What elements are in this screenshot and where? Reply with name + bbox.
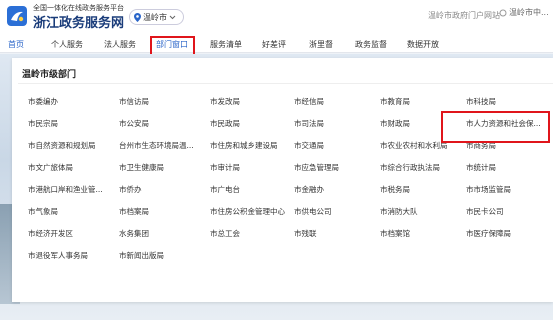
- department-link[interactable]: 市残联: [294, 228, 317, 239]
- department-link[interactable]: 市住房和城乡建设局: [210, 140, 278, 151]
- top-header: 全国一体化在线政务服务平台 浙江政务服务网 温岭市 温岭市政府门户网站 温岭市中…: [0, 0, 553, 36]
- department-link[interactable]: 市民卡公司: [466, 206, 504, 217]
- department-link[interactable]: 市科技局: [466, 96, 496, 107]
- zhejiang-logo-icon[interactable]: [6, 5, 28, 27]
- nav-legal-entity-services[interactable]: 法人服务: [104, 39, 136, 50]
- department-link[interactable]: 市农业农村和水利局: [380, 140, 448, 151]
- department-link[interactable]: 市财政局: [380, 118, 410, 129]
- department-link[interactable]: 市总工会: [210, 228, 240, 239]
- department-link[interactable]: 市档案局: [119, 206, 149, 217]
- nav-open-data[interactable]: 数据开放: [407, 39, 439, 50]
- nav-rating[interactable]: 好差评: [262, 39, 286, 50]
- department-link[interactable]: 市卫生健康局: [119, 162, 164, 173]
- brand-title[interactable]: 浙江政务服务网: [33, 12, 124, 31]
- department-link[interactable]: 市气象局: [28, 206, 58, 217]
- department-row: 市港航口岸和渔业管... 市侨办 市广电台 市金融办 市税务局 市市场监管局: [22, 179, 551, 201]
- department-link[interactable]: 市金融办: [294, 184, 324, 195]
- department-row: 市经济开发区 水务集团 市总工会 市残联 市档案馆 市医疗保障局: [22, 223, 551, 245]
- department-link[interactable]: 市档案馆: [380, 228, 410, 239]
- department-link[interactable]: 市民宗局: [28, 118, 58, 129]
- department-link[interactable]: 市应急管理局: [294, 162, 339, 173]
- weather-widget[interactable]: 温岭市中...: [499, 7, 549, 18]
- department-link[interactable]: 市发改局: [210, 96, 240, 107]
- department-link[interactable]: 市退役军人事务局: [28, 250, 88, 261]
- chevron-down-icon: [169, 15, 176, 19]
- nav-service-list[interactable]: 服务清单: [210, 39, 242, 50]
- department-row: 市气象局 市档案局 市住房公积金管理中心 市供电公司 市消防大队 市民卡公司: [22, 201, 551, 223]
- panel-title: 温岭市级部门: [22, 70, 77, 80]
- main-nav: 首页 个人服务 法人服务 部门窗口 服务清单 好差评 浙里督 政务监督 数据开放: [0, 36, 553, 53]
- region-label: 温岭市: [143, 12, 167, 22]
- department-row: 市文广旅体局 市卫生健康局 市审计局 市应急管理局 市综合行政执法局 市统计局: [22, 157, 551, 179]
- department-link[interactable]: 市司法局: [294, 118, 324, 129]
- region-selector[interactable]: 温岭市: [129, 9, 184, 25]
- department-link[interactable]: 市税务局: [380, 184, 410, 195]
- weather-text: 温岭市中...: [509, 8, 549, 17]
- department-link[interactable]: 市自然资源和规划局: [28, 140, 96, 151]
- department-link[interactable]: 市经信局: [294, 96, 324, 107]
- portal-link[interactable]: 温岭市政府门户网站: [428, 10, 500, 21]
- nav-personal-services[interactable]: 个人服务: [51, 39, 83, 50]
- department-link[interactable]: 市文广旅体局: [28, 162, 73, 173]
- department-row: 市退役军人事务局 市新闻出版局: [22, 245, 551, 267]
- nav-highlight-box: [150, 36, 195, 56]
- department-link[interactable]: 水务集团: [119, 228, 149, 239]
- department-link[interactable]: 市港航口岸和渔业管...: [28, 184, 103, 195]
- nav-government-oversight[interactable]: 政务监督: [355, 39, 387, 50]
- nav-home[interactable]: 首页: [8, 39, 24, 50]
- department-link[interactable]: 市民政局: [210, 118, 240, 129]
- nav-supervision[interactable]: 浙里督: [309, 39, 333, 50]
- department-link[interactable]: 市审计局: [210, 162, 240, 173]
- department-link[interactable]: 市侨办: [119, 184, 142, 195]
- department-link[interactable]: 市信访局: [119, 96, 149, 107]
- department-link[interactable]: 市综合行政执法局: [380, 162, 440, 173]
- department-link[interactable]: 市公安局: [119, 118, 149, 129]
- location-pin-icon: [134, 12, 141, 22]
- department-link[interactable]: 市供电公司: [294, 206, 332, 217]
- department-link[interactable]: 市医疗保障局: [466, 228, 511, 239]
- divider: [18, 83, 553, 84]
- department-link[interactable]: 市广电台: [210, 184, 240, 195]
- department-link[interactable]: 市教育局: [380, 96, 410, 107]
- department-link[interactable]: 市消防大队: [380, 206, 418, 217]
- department-link[interactable]: 市交通局: [294, 140, 324, 151]
- department-link[interactable]: 市委编办: [28, 96, 58, 107]
- department-link[interactable]: 市新闻出版局: [119, 250, 164, 261]
- department-link[interactable]: 市统计局: [466, 162, 496, 173]
- department-link[interactable]: 台州市生态环境局温...: [119, 140, 194, 151]
- department-link[interactable]: 市经济开发区: [28, 228, 73, 239]
- department-panel: 温岭市级部门 市委编办 市信访局 市发改局 市经信局 市教育局 市科技局 市民宗…: [12, 58, 553, 302]
- department-link[interactable]: 市住房公积金管理中心: [210, 206, 285, 217]
- weather-icon: [499, 9, 507, 16]
- department-row: 市委编办 市信访局 市发改局 市经信局 市教育局 市科技局: [22, 91, 551, 113]
- department-highlight-box: [441, 111, 550, 143]
- department-link[interactable]: 市市场监管局: [466, 184, 511, 195]
